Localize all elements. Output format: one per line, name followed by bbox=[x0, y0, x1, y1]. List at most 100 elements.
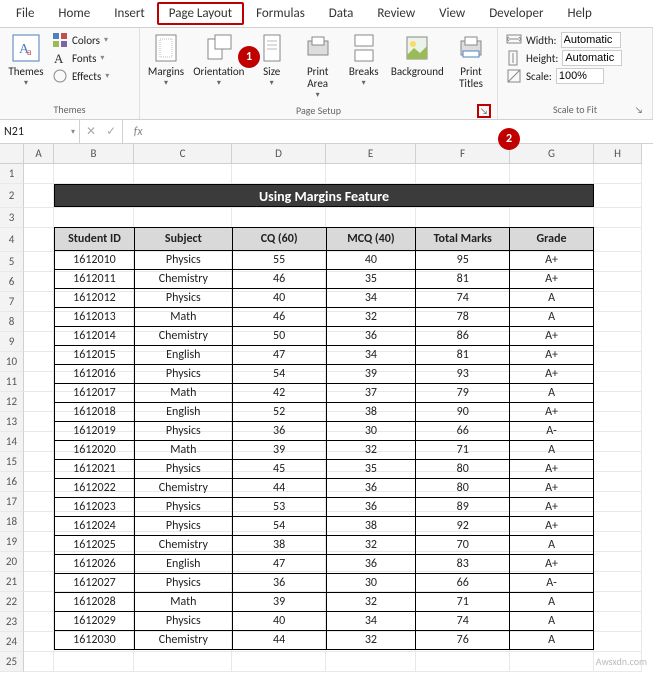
themes-button[interactable]: Aa Themes ▾ bbox=[4, 30, 48, 90]
col-header-B[interactable]: B bbox=[54, 144, 134, 164]
table-cell[interactable]: 39 bbox=[232, 593, 326, 612]
effects-button[interactable]: Effects▾ bbox=[52, 68, 109, 84]
row-header-21[interactable]: 21 bbox=[0, 572, 24, 592]
cell[interactable] bbox=[594, 332, 642, 352]
row-header-19[interactable]: 19 bbox=[0, 532, 24, 552]
row-header-2[interactable]: 2 bbox=[0, 184, 24, 208]
table-cell[interactable]: 36 bbox=[326, 498, 416, 517]
table-cell[interactable]: A bbox=[510, 441, 594, 460]
table-cell[interactable]: 1612025 bbox=[55, 536, 135, 555]
row-header-17[interactable]: 17 bbox=[0, 492, 24, 512]
col-header-D[interactable]: D bbox=[232, 144, 326, 164]
cell[interactable] bbox=[594, 592, 642, 612]
table-cell[interactable]: Physics bbox=[134, 251, 232, 270]
tab-file[interactable]: File bbox=[4, 2, 46, 25]
width-input[interactable] bbox=[561, 32, 621, 48]
table-cell[interactable]: 38 bbox=[232, 536, 326, 555]
row-header-14[interactable]: 14 bbox=[0, 432, 24, 452]
cell[interactable] bbox=[24, 432, 54, 452]
tab-page-layout[interactable]: Page Layout bbox=[157, 2, 244, 25]
row-header-24[interactable]: 24 bbox=[0, 632, 24, 652]
page-setup-dialog-launcher[interactable]: ↘ bbox=[477, 104, 491, 118]
cell[interactable] bbox=[24, 228, 54, 252]
cell[interactable] bbox=[24, 252, 54, 272]
cell[interactable] bbox=[594, 412, 642, 432]
table-cell[interactable]: 1612029 bbox=[55, 612, 135, 631]
cell[interactable] bbox=[594, 208, 642, 228]
table-cell[interactable]: 81 bbox=[416, 270, 510, 289]
cell[interactable] bbox=[24, 532, 54, 552]
table-cell[interactable]: A- bbox=[510, 422, 594, 441]
table-cell[interactable]: Physics bbox=[134, 365, 232, 384]
table-cell[interactable]: 55 bbox=[232, 251, 326, 270]
cell[interactable] bbox=[594, 632, 642, 652]
cell[interactable] bbox=[594, 372, 642, 392]
table-cell[interactable]: 44 bbox=[232, 631, 326, 650]
tab-home[interactable]: Home bbox=[46, 2, 102, 25]
row-header-12[interactable]: 12 bbox=[0, 392, 24, 412]
table-cell[interactable]: A bbox=[510, 308, 594, 327]
cell[interactable] bbox=[594, 472, 642, 492]
breaks-button[interactable]: Breaks▾ bbox=[342, 30, 386, 90]
row-header-15[interactable]: 15 bbox=[0, 452, 24, 472]
col-header-F[interactable]: F bbox=[416, 144, 510, 164]
table-cell[interactable]: 40 bbox=[232, 289, 326, 308]
table-cell[interactable]: 54 bbox=[232, 517, 326, 536]
table-cell[interactable]: 32 bbox=[326, 441, 416, 460]
table-cell[interactable]: 95 bbox=[416, 251, 510, 270]
cell[interactable] bbox=[594, 552, 642, 572]
table-cell[interactable]: A bbox=[510, 631, 594, 650]
table-cell[interactable]: 46 bbox=[232, 270, 326, 289]
table-cell[interactable]: 93 bbox=[416, 365, 510, 384]
table-cell[interactable]: 80 bbox=[416, 460, 510, 479]
table-cell[interactable]: 47 bbox=[232, 555, 326, 574]
table-cell[interactable]: English bbox=[134, 403, 232, 422]
table-cell[interactable]: 36 bbox=[326, 327, 416, 346]
table-cell[interactable]: 36 bbox=[232, 574, 326, 593]
table-cell[interactable]: Chemistry bbox=[134, 631, 232, 650]
cell[interactable] bbox=[594, 184, 642, 208]
cell[interactable] bbox=[594, 452, 642, 472]
table-cell[interactable]: Physics bbox=[134, 574, 232, 593]
table-cell[interactable]: Physics bbox=[134, 517, 232, 536]
table-cell[interactable]: 1612015 bbox=[55, 346, 135, 365]
cell[interactable] bbox=[24, 632, 54, 652]
tab-formulas[interactable]: Formulas bbox=[244, 2, 317, 25]
col-header-C[interactable]: C bbox=[134, 144, 232, 164]
row-header-8[interactable]: 8 bbox=[0, 312, 24, 332]
table-cell[interactable]: A bbox=[510, 536, 594, 555]
table-cell[interactable]: A+ bbox=[510, 555, 594, 574]
table-cell[interactable]: 1612030 bbox=[55, 631, 135, 650]
row-header-5[interactable]: 5 bbox=[0, 252, 24, 272]
table-cell[interactable]: 1612027 bbox=[55, 574, 135, 593]
table-cell[interactable]: 1612022 bbox=[55, 479, 135, 498]
cell[interactable] bbox=[24, 472, 54, 492]
row-header-20[interactable]: 20 bbox=[0, 552, 24, 572]
table-cell[interactable]: A bbox=[510, 593, 594, 612]
table-cell[interactable]: 53 bbox=[232, 498, 326, 517]
cell[interactable] bbox=[594, 164, 642, 184]
table-cell[interactable]: A+ bbox=[510, 460, 594, 479]
table-cell[interactable]: 1612024 bbox=[55, 517, 135, 536]
table-cell[interactable]: A+ bbox=[510, 327, 594, 346]
table-cell[interactable]: 74 bbox=[416, 289, 510, 308]
table-cell[interactable]: 1612018 bbox=[55, 403, 135, 422]
table-cell[interactable]: 1612019 bbox=[55, 422, 135, 441]
cell[interactable] bbox=[24, 184, 54, 208]
cell[interactable] bbox=[594, 612, 642, 632]
table-cell[interactable]: 86 bbox=[416, 327, 510, 346]
cell[interactable] bbox=[24, 652, 54, 672]
row-header-13[interactable]: 13 bbox=[0, 412, 24, 432]
table-cell[interactable]: 71 bbox=[416, 441, 510, 460]
tab-view[interactable]: View bbox=[427, 2, 477, 25]
tab-data[interactable]: Data bbox=[317, 2, 366, 25]
table-cell[interactable]: 1612012 bbox=[55, 289, 135, 308]
colors-button[interactable]: Colors▾ bbox=[52, 32, 109, 48]
table-cell[interactable]: 34 bbox=[326, 612, 416, 631]
table-cell[interactable]: 76 bbox=[416, 631, 510, 650]
table-cell[interactable]: 32 bbox=[326, 593, 416, 612]
table-cell[interactable]: 38 bbox=[326, 517, 416, 536]
table-cell[interactable]: A+ bbox=[510, 498, 594, 517]
cell[interactable] bbox=[24, 552, 54, 572]
col-header-A[interactable]: A bbox=[24, 144, 54, 164]
